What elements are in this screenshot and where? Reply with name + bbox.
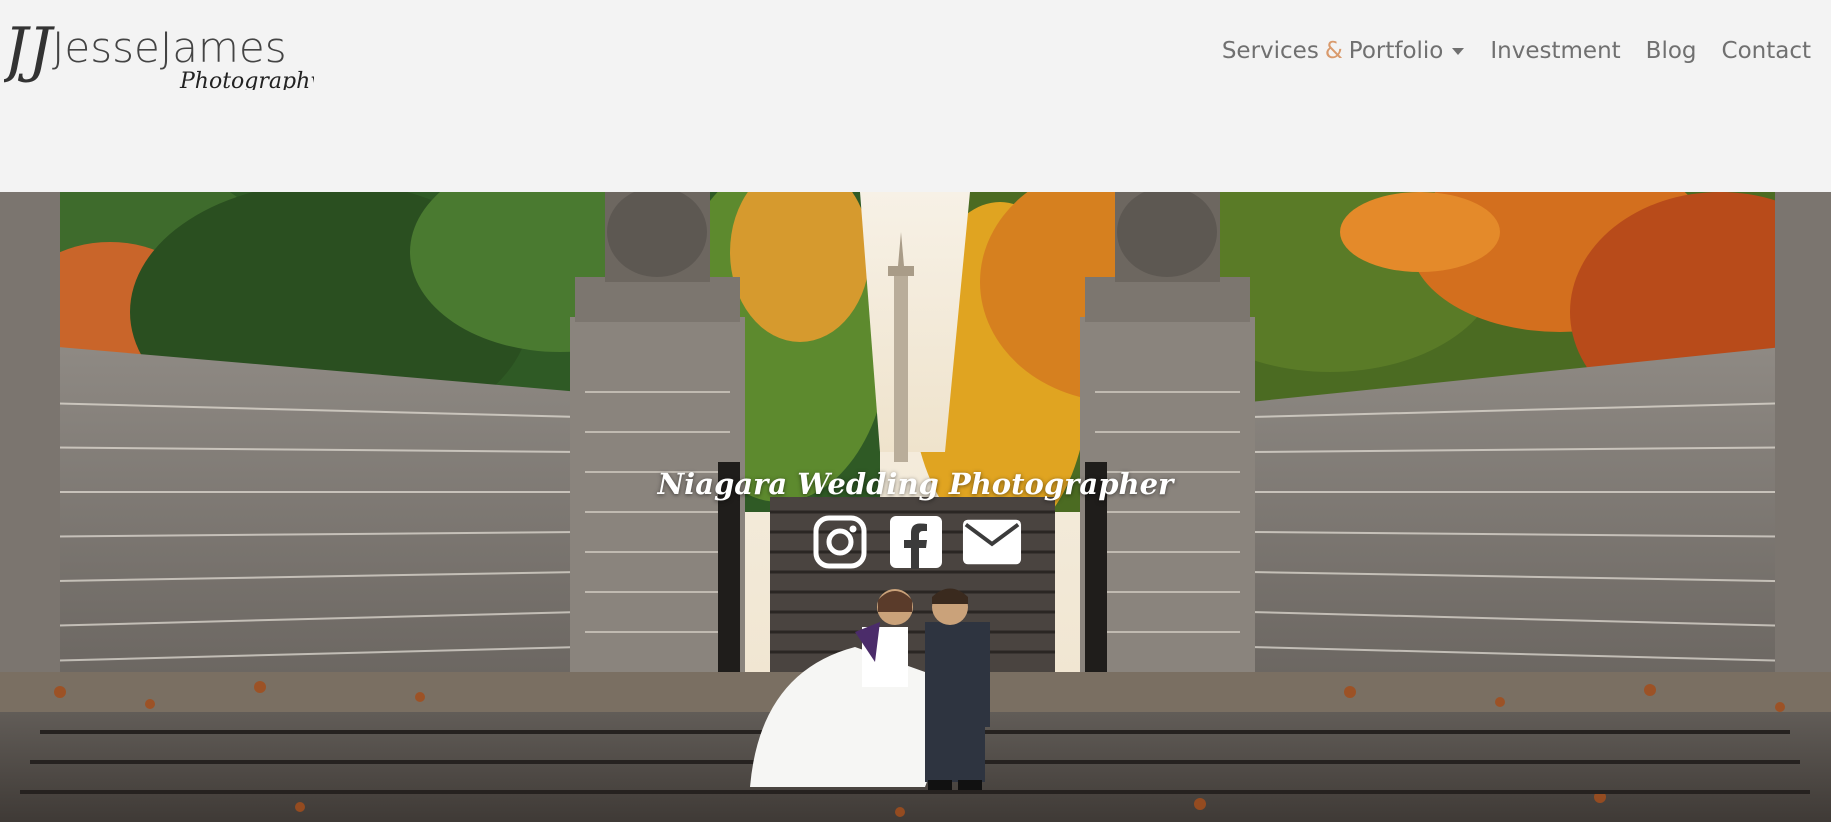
chevron-down-icon[interactable] [1451, 47, 1465, 56]
instagram-icon[interactable] [810, 514, 870, 570]
hero-banner: Niagara Wedding Photographer [0, 192, 1831, 822]
hero-photo [0, 192, 1831, 822]
nav-contact[interactable]: Contact [1722, 38, 1811, 64]
email-icon[interactable] [962, 514, 1022, 570]
main-nav: Services & Portfolio Investment Blog Con… [1222, 38, 1811, 64]
facebook-icon[interactable] [886, 514, 946, 570]
logo-monogram: JJ [4, 15, 55, 85]
social-links [0, 514, 1831, 570]
nav-ampersand: & [1324, 38, 1343, 64]
nav-services-portfolio[interactable]: Services & Portfolio [1222, 38, 1466, 64]
logo-tagline: Photography [179, 69, 314, 90]
logo-wordmark: JesseJames [52, 23, 287, 72]
nav-blog[interactable]: Blog [1646, 38, 1697, 64]
hero-title: Niagara Wedding Photographer [657, 467, 1174, 501]
site-logo[interactable]: JJ JesseJames Photography [4, 14, 314, 90]
svg-text:JJ: JJ [4, 15, 55, 85]
nav-services-label: Services [1221, 38, 1319, 64]
site-header: JJ JesseJames Photography Services & Por… [0, 0, 1831, 192]
nav-investment[interactable]: Investment [1490, 38, 1620, 64]
nav-portfolio-label: Portfolio [1348, 38, 1444, 64]
